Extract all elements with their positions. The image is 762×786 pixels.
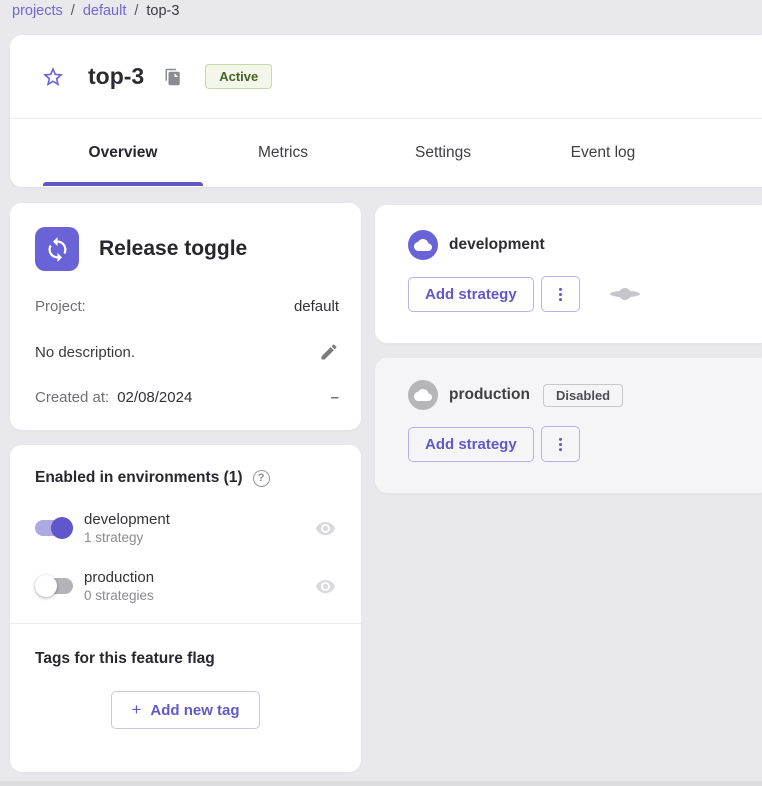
- add-strategy-button[interactable]: Add strategy: [408, 427, 534, 462]
- tab-bar: Overview Metrics Settings Event log: [10, 119, 762, 186]
- flag-header-card: top-3 Active Overview Metrics Settings E…: [10, 35, 762, 187]
- production-toggle[interactable]: [35, 575, 73, 597]
- active-tab-indicator: [43, 182, 203, 186]
- flag-type-label: Release toggle: [99, 237, 247, 261]
- more-options-kebab-button[interactable]: [541, 426, 580, 462]
- tab-overview[interactable]: Overview: [43, 119, 203, 186]
- development-environment-panel: development Add strategy: [375, 205, 762, 343]
- status-badge: Active: [205, 64, 272, 89]
- plus-icon: +: [131, 700, 141, 720]
- breadcrumb-current: top-3: [146, 3, 179, 19]
- bottom-scroll-strip[interactable]: [0, 781, 762, 786]
- visibility-eye-icon[interactable]: [315, 518, 336, 539]
- project-value: default: [294, 298, 339, 315]
- environment-row-production: production 0 strategies: [35, 569, 336, 603]
- production-environment-panel: production Disabled Add strategy: [375, 358, 762, 493]
- environment-cloud-icon: [408, 380, 438, 410]
- created-at-value: 02/08/2024: [117, 389, 192, 406]
- development-toggle[interactable]: [35, 517, 73, 539]
- tags-heading: Tags for this feature flag: [35, 650, 336, 668]
- environment-row-development: development 1 strategy: [35, 511, 336, 545]
- copy-name-icon[interactable]: [164, 68, 182, 86]
- description-text: No description.: [35, 344, 135, 361]
- environment-panel-name: production: [449, 386, 530, 404]
- environment-cloud-icon: [408, 230, 438, 260]
- flag-type-card: Release toggle Project: default No descr…: [10, 203, 361, 430]
- environments-card: Enabled in environments (1) ? developmen…: [10, 445, 361, 772]
- help-icon[interactable]: ?: [253, 470, 270, 487]
- page-title: top-3: [88, 63, 144, 90]
- disabled-badge: Disabled: [543, 384, 623, 407]
- more-options-kebab-button[interactable]: [541, 276, 580, 312]
- environments-heading: Enabled in environments (1): [35, 469, 243, 487]
- favorite-star-icon[interactable]: [41, 65, 65, 89]
- environment-name: production: [84, 569, 154, 586]
- release-toggle-icon: [35, 227, 79, 271]
- empty-field-dash: –: [331, 389, 339, 406]
- tab-settings[interactable]: Settings: [363, 119, 523, 186]
- created-at-label: Created at:: [35, 389, 109, 406]
- breadcrumb-link-default[interactable]: default: [83, 3, 127, 19]
- environment-panel-name: development: [449, 236, 545, 254]
- tab-metrics[interactable]: Metrics: [203, 119, 363, 186]
- breadcrumb: projects / default / top-3: [12, 3, 179, 19]
- collapsed-strategy-indicator-icon: [609, 287, 641, 301]
- project-label: Project:: [35, 298, 86, 315]
- environment-strategy-count: 0 strategies: [84, 588, 154, 603]
- add-new-tag-label: Add new tag: [150, 702, 239, 719]
- environment-name: development: [84, 511, 170, 528]
- edit-description-icon[interactable]: [319, 342, 339, 362]
- visibility-eye-icon[interactable]: [315, 576, 336, 597]
- flag-header-row: top-3 Active: [10, 35, 762, 119]
- tab-event-log[interactable]: Event log: [523, 119, 683, 186]
- add-strategy-button[interactable]: Add strategy: [408, 277, 534, 312]
- breadcrumb-separator: /: [71, 3, 75, 19]
- environment-strategy-count: 1 strategy: [84, 530, 170, 545]
- breadcrumb-separator: /: [134, 3, 138, 19]
- add-new-tag-button[interactable]: + Add new tag: [111, 691, 259, 729]
- breadcrumb-link-projects[interactable]: projects: [12, 3, 63, 19]
